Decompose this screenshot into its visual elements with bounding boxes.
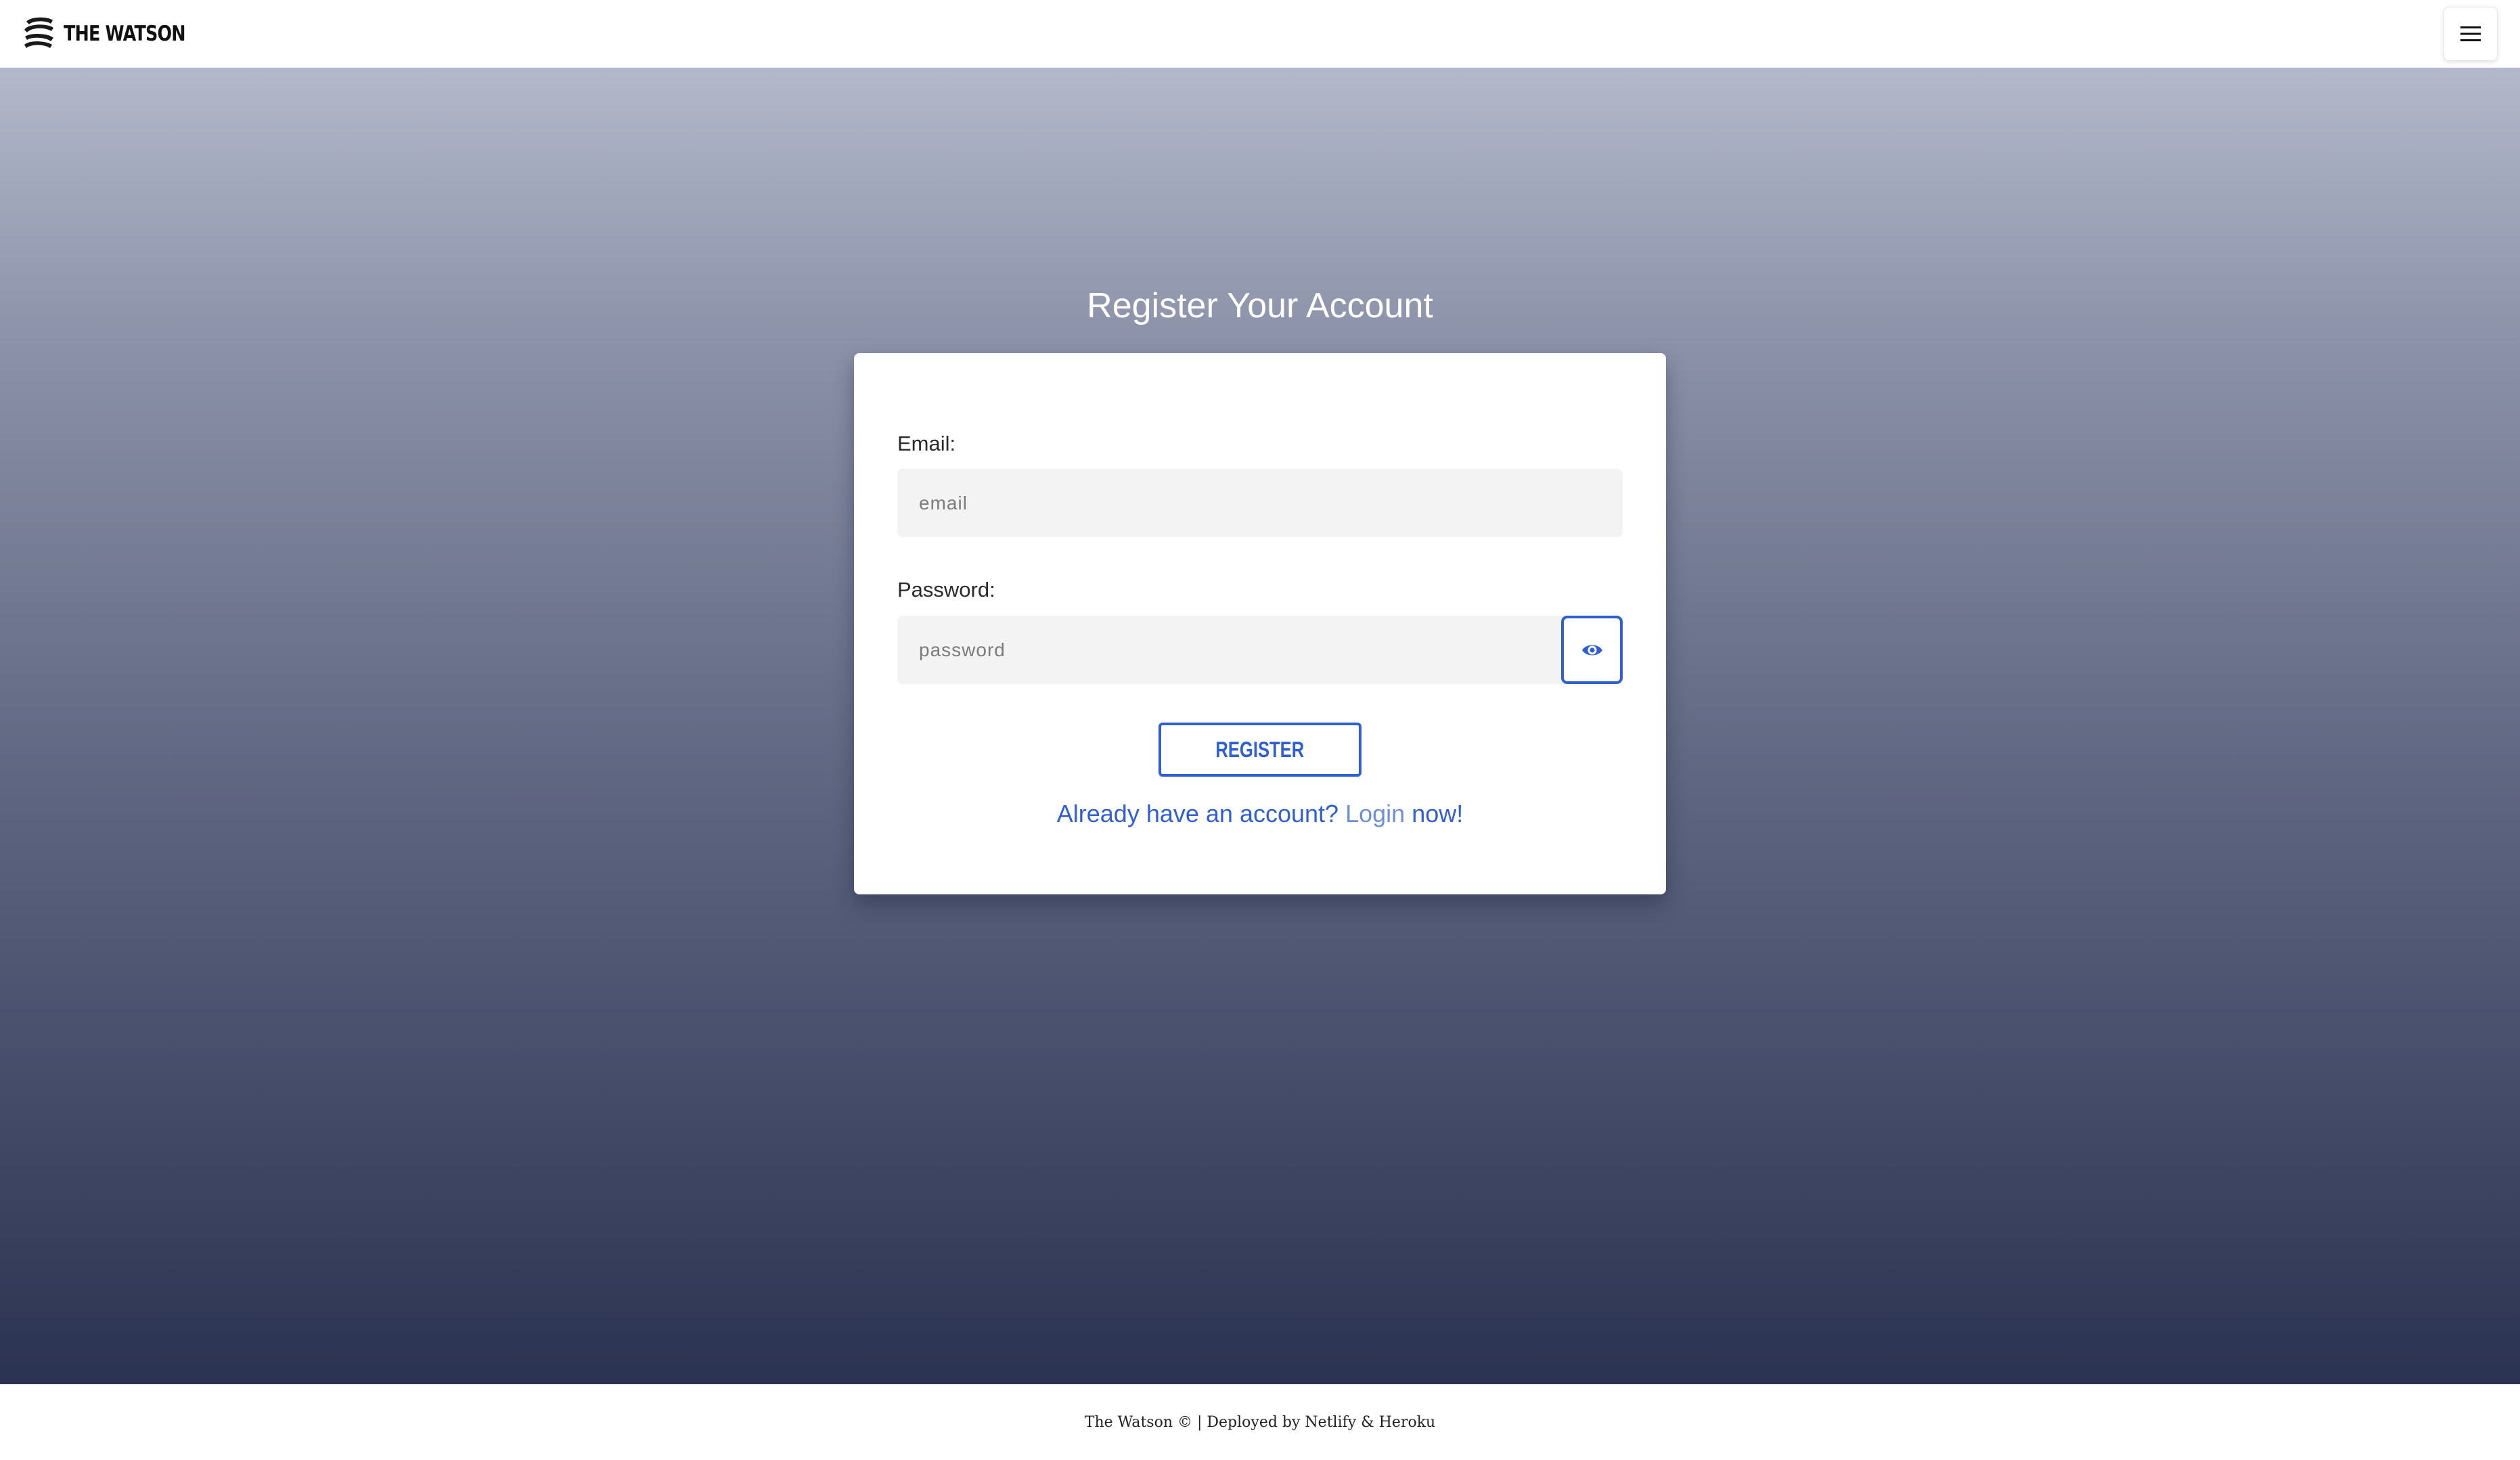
show-password-button[interactable] [1561,616,1623,684]
register-button[interactable]: REGISTER [1158,723,1362,777]
brand-name: THE WATSON [64,22,186,46]
top-navbar: THE WATSON [0,0,2520,68]
page-title: Register Your Account [1087,286,1433,325]
password-label: Password: [897,578,995,601]
footer: The Watson © | Deployed by Netlify & Her… [0,1384,2520,1460]
login-link[interactable]: Login [1345,800,1405,827]
footer-text: The Watson © | Deployed by Netlify & Her… [1084,1413,1436,1431]
brand-logo-icon [24,17,53,48]
hero-section: Register Your Account Email: Password: R… [0,68,2520,1384]
login-prompt: Already have an account? Login now! [854,800,1666,828]
register-card: Email: Password: REGISTER Already have a… [854,353,1666,894]
eye-icon [1581,645,1602,655]
menu-button[interactable] [2444,7,2498,61]
register-button-label: REGISTER [1215,737,1305,762]
brand[interactable]: THE WATSON [21,15,212,53]
email-label: Email: [897,432,956,455]
login-prompt-suffix: now! [1412,800,1464,827]
hamburger-menu-icon [2460,26,2481,41]
password-input[interactable] [897,616,1574,684]
login-prompt-text: Already have an account? [1056,800,1339,827]
email-input[interactable] [897,469,1623,537]
